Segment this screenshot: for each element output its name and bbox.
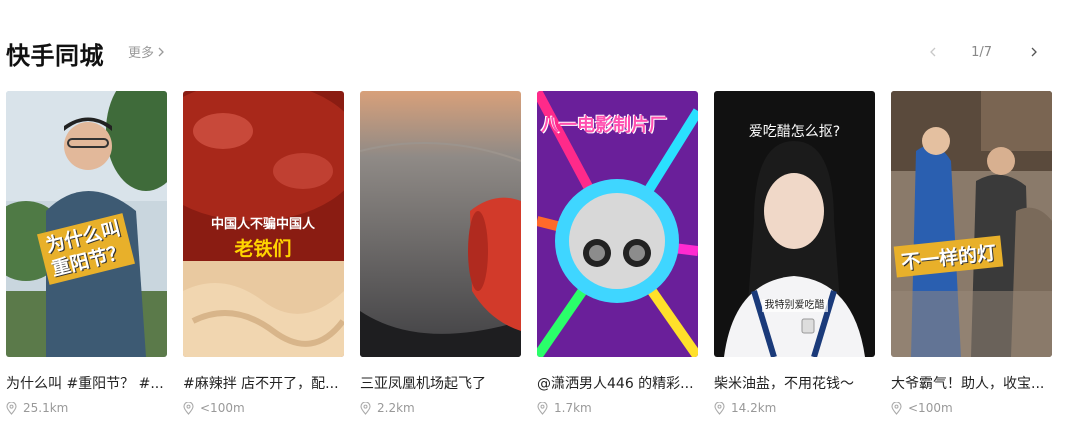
video-card[interactable]: 中国人不骗中国人 老铁们 #麻辣拌 店不开了，配... <100m	[183, 91, 344, 415]
card-distance: <100m	[183, 401, 344, 415]
card-distance: 1.7km	[537, 401, 698, 415]
thumbnail-image	[891, 91, 1052, 357]
card-distance: 25.1km	[6, 401, 167, 415]
card-caption[interactable]: 三亚凤凰机场起飞了	[360, 373, 521, 393]
location-pin-icon	[360, 401, 371, 415]
section-title: 快手同城	[6, 42, 104, 70]
card-caption[interactable]: #麻辣拌 店不开了，配...	[183, 373, 344, 393]
distance-label: 2.2km	[377, 401, 415, 415]
prev-page-button[interactable]	[921, 40, 945, 64]
location-pin-icon	[183, 401, 194, 415]
card-distance: <100m	[891, 401, 1052, 415]
video-card-list: 为什么叫 重阳节？ 为什么叫 #重阳节？ #... 25.1km 中国人不骗中国…	[6, 91, 1076, 421]
location-pin-icon	[537, 401, 548, 415]
section-header: 快手同城 更多 1/7	[6, 30, 1066, 74]
location-pin-icon	[891, 401, 902, 415]
next-page-button[interactable]	[1022, 40, 1046, 64]
video-thumbnail[interactable]: 中国人不骗中国人 老铁们	[183, 91, 344, 357]
distance-label: 14.2km	[731, 401, 777, 415]
distance-label: 1.7km	[554, 401, 592, 415]
location-pin-icon	[714, 401, 725, 415]
more-label: 更多	[128, 46, 155, 61]
location-pin-icon	[6, 401, 17, 415]
video-card[interactable]: 三亚凤凰机场起飞了 2.2km	[360, 91, 521, 415]
video-card[interactable]: 不一样的灯 大爷霸气！助人，收宝... <100m	[891, 91, 1052, 415]
page-indicator: 1/7	[971, 44, 992, 60]
chevron-right-icon	[1031, 47, 1037, 57]
video-card[interactable]: 爱吃醋怎么抠? 我特别爱吃醋 柴米油盐，不用花钱～ 14.2km	[714, 91, 875, 415]
more-link[interactable]: 更多	[128, 42, 166, 61]
thumbnail-overlay-text: 八一电影制片厂	[541, 115, 667, 136]
thumbnail-image	[360, 91, 521, 357]
card-caption[interactable]: 柴米油盐，不用花钱～	[714, 373, 875, 393]
video-thumbnail[interactable]	[360, 91, 521, 357]
video-thumbnail[interactable]: 为什么叫 重阳节？	[6, 91, 167, 357]
chevron-right-icon	[158, 47, 164, 56]
pager: 1/7	[921, 40, 1046, 64]
card-caption[interactable]: @潇洒男人446 的精彩...	[537, 373, 698, 393]
chevron-left-icon	[930, 47, 936, 57]
card-distance: 2.2km	[360, 401, 521, 415]
video-card[interactable]: 八一电影制片厂 @潇洒男人446 的精彩... 1.7km	[537, 91, 698, 415]
thumbnail-subtitle: 我特别爱吃醋	[714, 296, 875, 312]
video-thumbnail[interactable]: 八一电影制片厂	[537, 91, 698, 357]
card-distance: 14.2km	[714, 401, 875, 415]
video-thumbnail[interactable]: 不一样的灯	[891, 91, 1052, 357]
card-caption[interactable]: 大爷霸气！助人，收宝...	[891, 373, 1052, 393]
distance-label: <100m	[200, 401, 245, 415]
thumbnail-overlay-text: 爱吃醋怎么抠?	[748, 124, 841, 140]
card-caption[interactable]: 为什么叫 #重阳节？ #...	[6, 373, 167, 393]
distance-label: <100m	[908, 401, 953, 415]
distance-label: 25.1km	[23, 401, 69, 415]
video-thumbnail[interactable]: 爱吃醋怎么抠? 我特别爱吃醋	[714, 91, 875, 357]
video-card[interactable]: 为什么叫 重阳节？ 为什么叫 #重阳节？ #... 25.1km	[6, 91, 167, 415]
thumbnail-overlay-text: 中国人不骗中国人 老铁们	[210, 217, 315, 260]
